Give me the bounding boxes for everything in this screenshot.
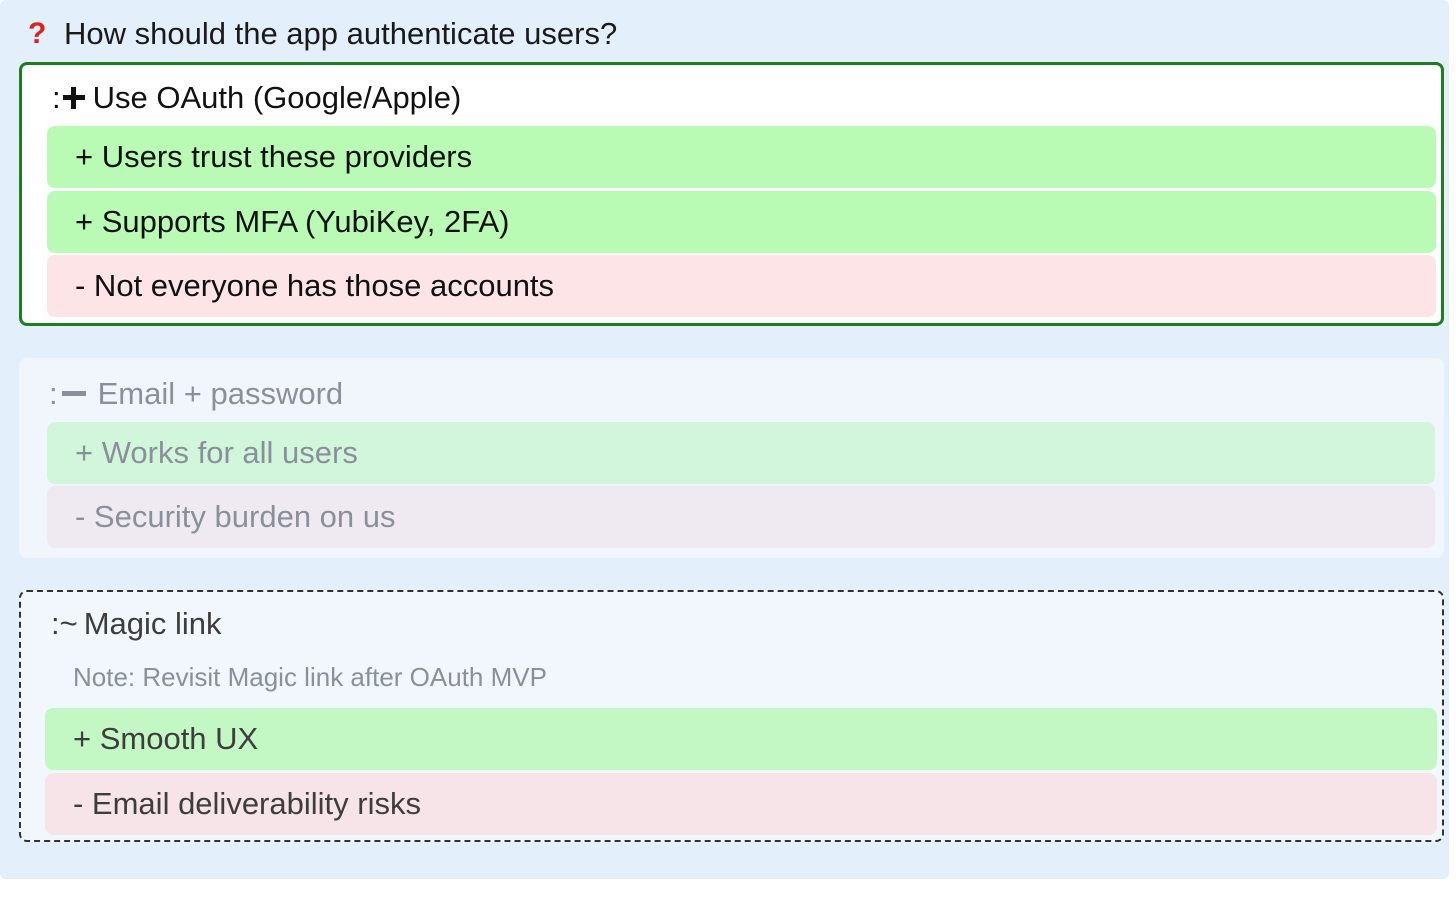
option-accepted[interactable]: : Use OAuth (Google/Apple) + Users trust… xyxy=(19,62,1444,326)
plus-icon xyxy=(62,87,85,109)
question-header: ? How should the app authenticate users? xyxy=(28,14,617,54)
con-item[interactable]: - Security burden on us xyxy=(47,486,1435,548)
option-deferred[interactable]: :~ Magic link Note: Revisit Magic link a… xyxy=(19,590,1444,842)
pro-item[interactable]: + Supports MFA (YubiKey, 2FA) xyxy=(47,191,1436,253)
option-title: : Use OAuth (Google/Apple) xyxy=(52,78,461,118)
question-mark-icon: ? xyxy=(28,17,47,50)
option-prefix: :~ xyxy=(51,606,78,641)
con-item[interactable]: - Email deliverability risks xyxy=(45,773,1437,835)
option-title: : Email + password xyxy=(49,374,343,414)
question-text: How should the app authenticate users? xyxy=(64,16,618,51)
option-prefix: : xyxy=(52,80,61,115)
option-title-text: Email + password xyxy=(97,376,344,411)
pro-item[interactable]: + Users trust these providers xyxy=(47,126,1436,188)
decision-panel: ? How should the app authenticate users?… xyxy=(0,0,1449,879)
pro-item[interactable]: + Works for all users xyxy=(47,422,1435,484)
option-prefix: : xyxy=(49,376,58,411)
option-rejected[interactable]: : Email + password + Works for all users… xyxy=(19,358,1444,558)
option-title-text: Use OAuth (Google/Apple) xyxy=(92,80,462,115)
option-title-text: Magic link xyxy=(83,606,222,641)
option-title: :~ Magic link xyxy=(51,604,222,644)
con-item[interactable]: - Not everyone has those accounts xyxy=(47,255,1436,317)
option-note: Note: Revisit Magic link after OAuth MVP xyxy=(73,662,547,692)
minus-icon xyxy=(61,383,86,405)
pro-item[interactable]: + Smooth UX xyxy=(45,708,1437,770)
